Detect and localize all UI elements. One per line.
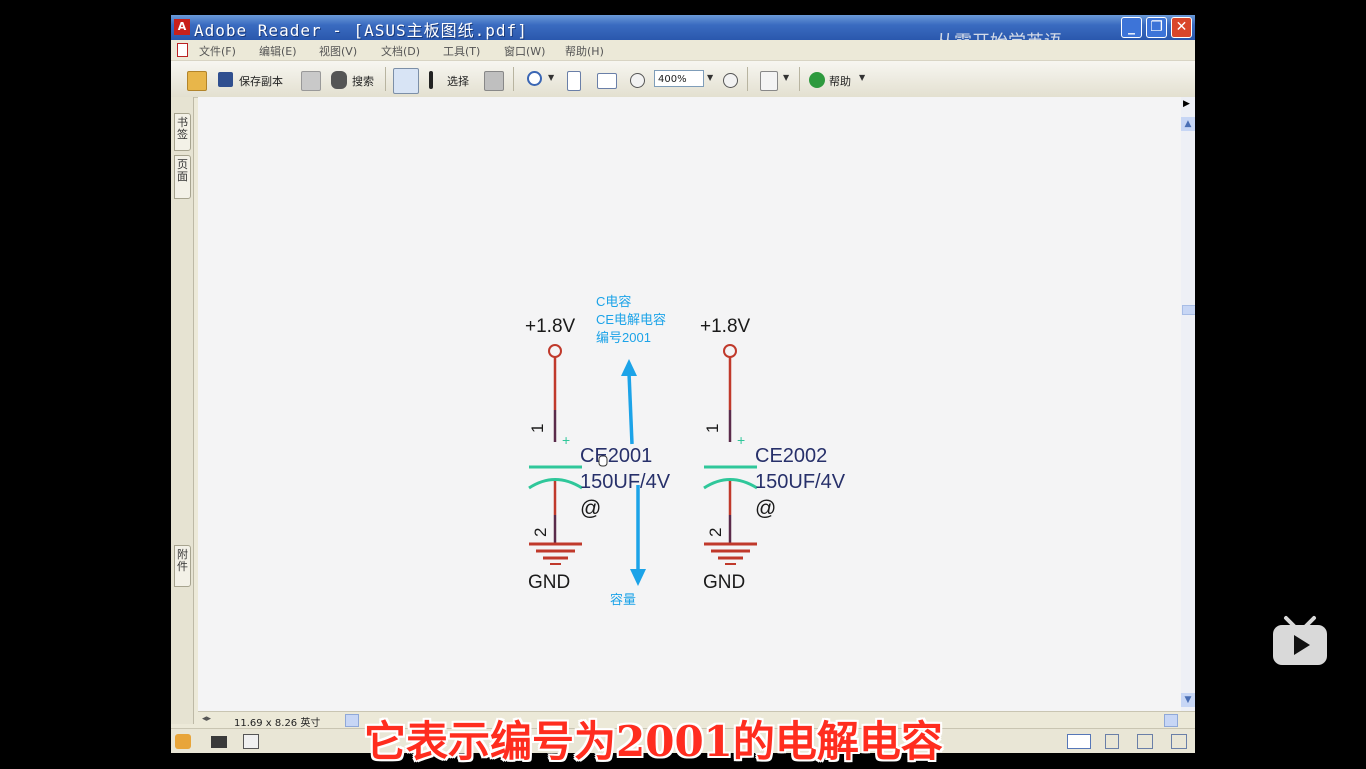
- pin2-number: 2: [531, 528, 550, 537]
- reference-designator: CE2001: [580, 445, 652, 467]
- power-port-icon: [723, 344, 737, 358]
- arrow-up-shaft: [627, 372, 634, 445]
- annotation-line-1: C电容: [596, 294, 631, 309]
- pdf-document-icon[interactable]: [177, 43, 188, 57]
- zoom-in-small-icon[interactable]: [723, 73, 738, 88]
- attribute-at: @: [755, 497, 776, 520]
- capacitor-ce2001: +1.8V 1 + 2 GND CE2001 150UF/4V @: [525, 316, 671, 593]
- pin2-number: 2: [706, 528, 725, 537]
- bilibili-play-logo-icon: [1273, 616, 1327, 665]
- hand-cursor-icon: [598, 455, 608, 467]
- page-icon[interactable]: [243, 734, 259, 749]
- menu-window[interactable]: 窗口(W): [504, 43, 545, 59]
- document-page[interactable]: +1.8V 1 + 2 GND CE2001 150UF/4V @ +1.8V …: [198, 97, 1181, 711]
- split-handle-icon[interactable]: ◂▸: [202, 714, 211, 724]
- capacitance-value: 150UF/4V: [755, 471, 846, 493]
- capacitor-ce2002: +1.8V 1 + 2 GND CE2002 150UF/4V @: [700, 316, 846, 593]
- rotate-dropdown-icon[interactable]: ▼: [783, 73, 789, 82]
- toolbar-separator: [385, 67, 386, 91]
- zoom-input[interactable]: 400%: [654, 70, 704, 87]
- page-size-text: 11.69 x 8.26 英寸: [234, 718, 321, 729]
- zoom-dropdown-icon[interactable]: ▼: [548, 73, 554, 82]
- zoom-level-dropdown-icon[interactable]: ▼: [707, 73, 713, 82]
- save-copy-label[interactable]: 保存副本: [239, 73, 283, 89]
- attribute-at: @: [580, 497, 601, 520]
- toolbar-separator: [799, 67, 800, 91]
- hscroll-right-arrow-icon[interactable]: [1164, 714, 1178, 727]
- ground-label: GND: [528, 572, 570, 593]
- tab-pages[interactable]: 页面: [174, 155, 191, 199]
- menu-document[interactable]: 文档(D): [381, 43, 420, 59]
- select-text-icon[interactable]: [429, 71, 433, 89]
- maximize-button[interactable]: ❐: [1146, 17, 1167, 38]
- menu-bar: 文件(F) 编辑(E) 视图(V) 文档(D) 工具(T) 窗口(W) 帮助(H…: [171, 40, 1195, 61]
- search-label[interactable]: 搜索: [352, 73, 374, 89]
- monitor-icon[interactable]: [211, 736, 227, 748]
- toolbar: 保存副本 搜索 选择 ▼ 400% ▼ ▼ 帮助 ▼: [171, 61, 1195, 98]
- snapshot-icon[interactable]: [484, 71, 504, 91]
- capacitance-value: 150UF/4V: [580, 471, 671, 493]
- scroll-down-arrow-icon[interactable]: ▼: [1181, 693, 1195, 707]
- help-dropdown-icon[interactable]: ▼: [859, 73, 865, 82]
- open-folder-icon[interactable]: [187, 71, 207, 91]
- arrow-down-head-icon: [630, 569, 646, 586]
- window-title: Adobe Reader - [ASUS主板图纸.pdf]: [194, 21, 528, 40]
- binoculars-icon[interactable]: [331, 71, 347, 89]
- pin1-number: 1: [703, 424, 722, 433]
- tab-bookmarks[interactable]: 书签: [174, 113, 191, 151]
- fit-page-icon[interactable]: [567, 71, 581, 91]
- menu-view[interactable]: 视图(V): [319, 43, 357, 59]
- scroll-thumb[interactable]: [1182, 305, 1195, 315]
- tab-attachments[interactable]: 附件: [174, 545, 191, 587]
- close-button[interactable]: ✕: [1171, 17, 1192, 38]
- single-page-view-icon[interactable]: [1067, 734, 1091, 749]
- facing-view-icon[interactable]: [1137, 734, 1153, 749]
- arrow-up-head-icon: [621, 359, 637, 376]
- help-label[interactable]: 帮助: [829, 73, 851, 89]
- rotate-view-icon[interactable]: [760, 71, 778, 91]
- select-label[interactable]: 选择: [447, 73, 469, 89]
- power-label: +1.8V: [700, 316, 751, 337]
- video-subtitle: 它表示编号为2001的电解电容: [364, 717, 943, 766]
- minimize-button[interactable]: _: [1121, 17, 1142, 38]
- annotation-capacity: 容量: [610, 592, 636, 607]
- hand-status-icon: [175, 734, 191, 749]
- save-icon[interactable]: [218, 72, 233, 87]
- reader-window: A Adobe Reader - [ASUS主板图纸.pdf] 从零开始学英语 …: [171, 15, 1195, 753]
- polarity-plus: +: [737, 432, 745, 448]
- print-icon[interactable]: [301, 71, 321, 91]
- continuous-view-icon[interactable]: [1105, 734, 1119, 749]
- schematic-drawing: +1.8V 1 + 2 GND CE2001 150UF/4V @ +1.8V …: [525, 294, 846, 607]
- fit-width-icon[interactable]: [597, 73, 617, 89]
- zoom-out-icon[interactable]: [630, 73, 645, 88]
- toolbar-separator: [513, 67, 514, 91]
- menu-file[interactable]: 文件(F): [199, 43, 236, 59]
- menu-edit[interactable]: 编辑(E): [259, 43, 297, 59]
- ground-label: GND: [703, 572, 745, 593]
- zoom-in-icon[interactable]: [527, 71, 542, 86]
- menu-tools[interactable]: 工具(T): [443, 43, 480, 59]
- acrobat-icon: A: [174, 19, 190, 35]
- power-port-icon: [548, 344, 562, 358]
- help-icon[interactable]: [809, 72, 825, 88]
- navigation-pane: 书签 页面 附件: [171, 97, 194, 724]
- annotation-line-3: 编号2001: [596, 330, 651, 345]
- hscroll-left-arrow-icon[interactable]: [345, 714, 359, 727]
- menu-help[interactable]: 帮助(H): [565, 43, 604, 59]
- hand-tool-icon[interactable]: [393, 68, 419, 94]
- continuous-facing-view-icon[interactable]: [1171, 734, 1187, 749]
- pin1-number: 1: [528, 424, 547, 433]
- scroll-up-arrow-icon[interactable]: ▲: [1181, 117, 1195, 131]
- toolbar-separator: [747, 67, 748, 91]
- pane-menu-arrow-icon[interactable]: ▶: [1183, 99, 1190, 109]
- annotation-line-2: CE电解电容: [596, 312, 666, 327]
- power-label: +1.8V: [525, 316, 576, 337]
- polarity-plus: +: [562, 432, 570, 448]
- title-bar[interactable]: A Adobe Reader - [ASUS主板图纸.pdf] 从零开始学英语 …: [171, 15, 1195, 53]
- reference-designator: CE2002: [755, 445, 827, 467]
- vertical-scrollbar[interactable]: ▲ ▼: [1181, 97, 1195, 711]
